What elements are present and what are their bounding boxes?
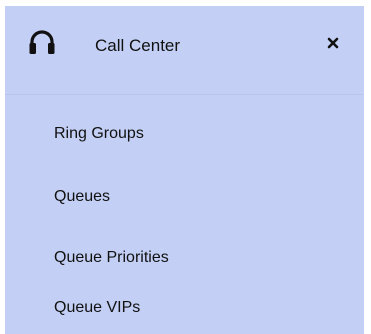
panel-header: Call Center [5,6,364,95]
close-button[interactable] [322,32,344,54]
menu-item-queue-priorities[interactable]: Queue Priorities [54,248,169,268]
menu-item-queues[interactable]: Queues [54,187,110,207]
menu-item-ring-groups[interactable]: Ring Groups [54,124,144,144]
menu-item-queue-vips[interactable]: Queue VIPs [54,298,140,318]
headset-icon [28,29,56,55]
call-center-panel: Call Center Ring Groups Queues Queue Pri… [5,6,364,334]
panel-title: Call Center [95,36,181,55]
close-icon [327,37,339,49]
